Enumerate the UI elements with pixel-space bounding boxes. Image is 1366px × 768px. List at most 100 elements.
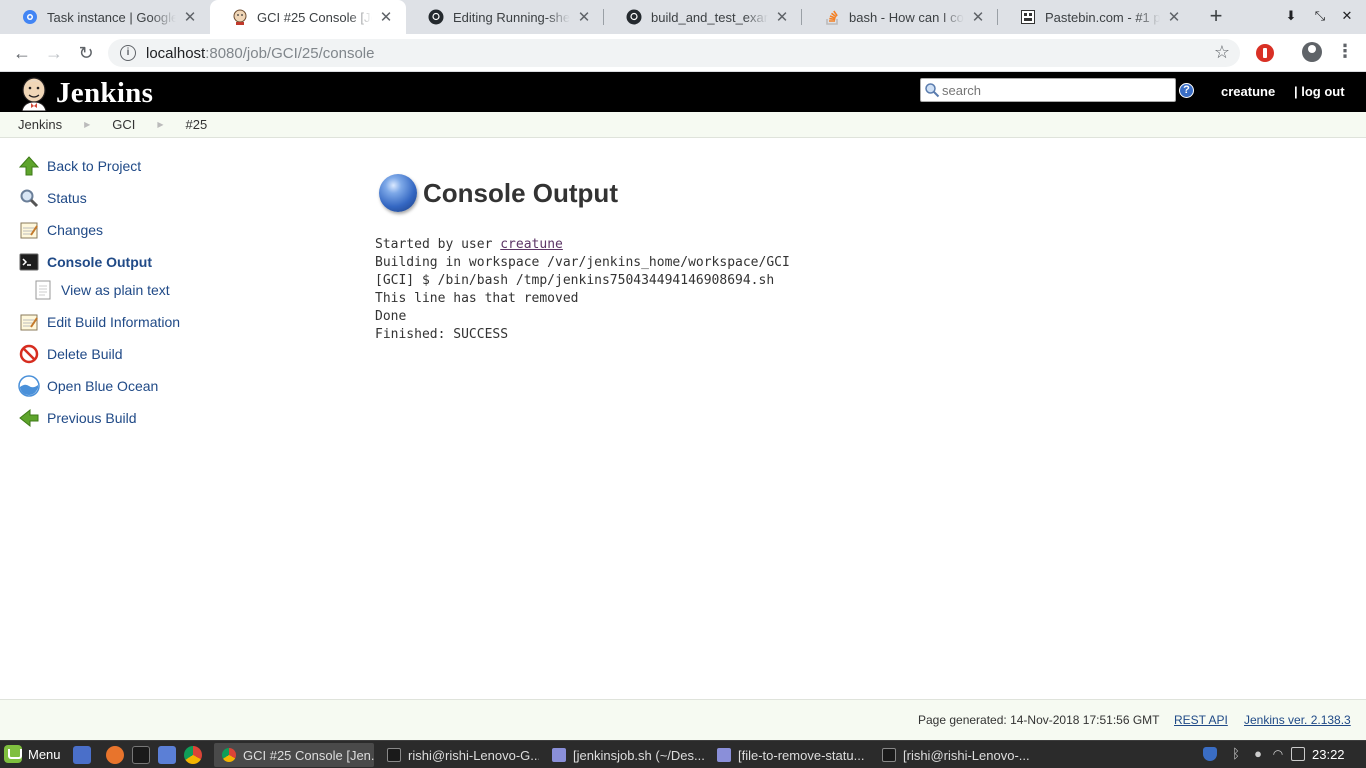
user-icon[interactable]: ● [1251,747,1265,761]
task-back-to-project[interactable]: Back to Project [18,154,141,178]
address-bar[interactable]: i localhost:8080/job/GCI/25/console ☆ [108,39,1240,67]
reload-icon[interactable]: ↻ [74,41,98,65]
browser-tab-stackoverflow[interactable]: bash - How can I count ✕ [802,0,998,34]
text-editor-icon [717,748,731,762]
task-previous-build[interactable]: Previous Build [18,406,137,430]
close-icon[interactable]: ✕ [774,8,790,26]
start-menu-button[interactable]: Menu [4,745,61,763]
jenkins-logo[interactable]: Jenkins [16,75,154,112]
close-icon[interactable]: ✕ [970,8,986,26]
pastebin-icon [1020,9,1036,25]
url-text[interactable]: localhost:8080/job/GCI/25/console [146,45,374,62]
task-label: Console Output [47,254,152,270]
files-icon[interactable] [158,746,176,764]
bluetooth-icon[interactable]: ᛒ [1229,747,1243,761]
breadcrumb-jenkins[interactable]: Jenkins [18,117,62,132]
chevron-right-icon: ▶ [157,120,164,129]
task-open-blue-ocean[interactable]: Open Blue Ocean [18,374,158,398]
shield-icon[interactable] [1203,747,1217,761]
notepad-icon [18,311,40,333]
new-tab-button[interactable]: + [1204,4,1228,28]
bookmark-star-icon[interactable]: ☆ [1214,42,1230,63]
task-status[interactable]: Status [18,186,87,210]
task-edit-build-information[interactable]: Edit Build Information [18,310,180,334]
download-icon[interactable]: ⬇ [1281,6,1301,26]
task-changes[interactable]: Changes [18,218,103,242]
text-editor-icon [552,748,566,762]
terminal-icon [18,251,40,273]
close-icon[interactable]: ✕ [576,8,592,26]
task-console-output[interactable]: Console Output [18,250,152,274]
close-icon[interactable]: ✕ [1166,8,1182,26]
tab-title: GCI #25 Console [Jenkins] [257,9,372,25]
menu-kebab-icon[interactable]: ⋮ [1336,41,1354,62]
wifi-icon[interactable]: ◠ [1271,747,1285,761]
forward-arrow-icon[interactable]: → [42,41,66,65]
browser-tab-github-build[interactable]: build_and_test_example ✕ [604,0,802,34]
battery-icon[interactable] [1291,747,1305,761]
browser-tab-github-editing[interactable]: Editing Running-shell-sc ✕ [406,0,604,34]
console-line: Building in workspace /var/jenkins_home/… [375,255,790,270]
chrome-icon[interactable] [184,746,202,764]
clock[interactable]: 23:22 [1312,747,1345,762]
close-window-icon[interactable]: ✕ [1337,6,1357,26]
extension-stop-icon[interactable] [1256,44,1274,62]
firefox-icon[interactable] [106,746,124,764]
blue-ocean-icon [18,375,40,397]
left-arrow-icon [18,407,40,429]
search-input[interactable] [942,82,1167,98]
rest-api-link[interactable]: REST API [1174,713,1228,727]
window-title: [file-to-remove-statu... [738,747,865,763]
console-user-link[interactable]: creatune [500,237,563,252]
back-arrow-icon[interactable]: ← [10,41,34,65]
task-delete-build[interactable]: Delete Build [18,342,123,366]
notepad-icon [18,219,40,241]
jenkins-version-link[interactable]: Jenkins ver. 2.138.3 [1244,713,1351,727]
site-info-icon[interactable]: i [120,45,136,61]
user-link[interactable]: creatune [1221,84,1275,99]
google-code-in-icon [22,9,38,25]
jenkins-title: Jenkins [56,76,154,109]
profile-avatar-icon[interactable] [1302,42,1322,62]
task-label: Edit Build Information [47,314,181,330]
taskbar-window-terminal-2[interactable]: [rishi@rishi-Lenovo-... [874,743,1034,767]
restore-window-icon[interactable]: ⤡ [1310,6,1330,26]
task-label: Back to Project [47,158,142,174]
tab-title: Pastebin.com - #1 paste [1045,9,1160,25]
task-label: Previous Build [47,410,137,426]
taskbar-window-terminal[interactable]: rishi@rishi-Lenovo-G... [379,743,539,767]
console-output: Started by user creatune Building in wor… [375,236,790,344]
jenkins-header: Jenkins ? creatune | log out [0,72,1366,112]
terminal-icon[interactable] [132,746,150,764]
window-title: GCI #25 Console [Jen... [243,747,374,763]
taskbar-window-editor[interactable]: [jenkinsjob.sh (~/Des... [544,743,704,767]
window-title: rishi@rishi-Lenovo-G... [408,747,539,763]
linux-mint-icon [4,745,22,763]
breadcrumb-gci[interactable]: GCI [112,117,135,132]
github-icon [428,9,444,25]
breadcrumb-build-25[interactable]: #25 [186,117,208,132]
logout-link[interactable]: | log out [1294,84,1345,99]
taskbar-window-editor-2[interactable]: [file-to-remove-statu... [709,743,869,767]
task-label: Status [47,190,87,206]
help-icon[interactable]: ? [1179,83,1194,98]
stackoverflow-icon [824,9,840,25]
taskbar-window-chrome[interactable]: GCI #25 Console [Jen... [214,743,374,767]
console-line: Done [375,309,407,324]
browser-tab-pastebin[interactable]: Pastebin.com - #1 paste ✕ [998,0,1194,34]
close-icon[interactable]: ✕ [378,8,394,26]
tab-title: Editing Running-shell-sc [453,9,570,25]
show-desktop-icon[interactable] [73,746,91,764]
tab-title: build_and_test_example [651,9,768,25]
up-arrow-icon [18,155,40,177]
jenkins-icon [232,9,248,25]
window-title: [jenkinsjob.sh (~/Des... [573,747,704,763]
close-icon[interactable]: ✕ [182,8,198,26]
browser-tab-task-instance[interactable]: Task instance | Google ✕ [0,0,210,34]
task-label: View as plain text [61,282,170,298]
page-heading: Console Output [379,174,618,212]
task-view-plain-text[interactable]: View as plain text [32,278,170,302]
browser-tab-jenkins-console[interactable]: GCI #25 Console [Jenkins] ✕ [210,0,406,34]
page-title: Console Output [423,177,618,208]
blue-ball-status-icon [379,174,417,212]
